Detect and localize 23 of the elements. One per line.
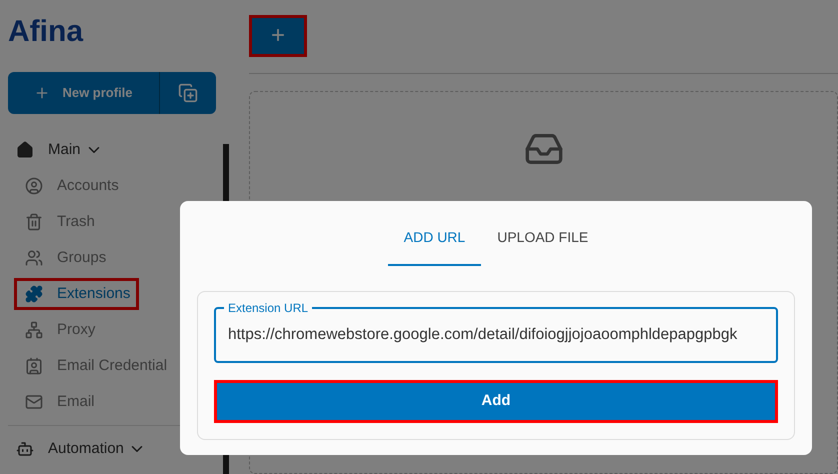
nav-item[interactable]: Extensions bbox=[14, 278, 140, 310]
nav-item[interactable]: Proxy bbox=[14, 314, 104, 346]
submit-button[interactable]: Add bbox=[214, 380, 778, 423]
nav-item[interactable]: Accounts bbox=[14, 170, 128, 202]
trash-icon bbox=[25, 213, 43, 231]
nav-item[interactable]: Trash bbox=[14, 206, 104, 238]
nav-item[interactable]: Email bbox=[14, 386, 104, 418]
contact-card-icon bbox=[25, 357, 43, 375]
users-icon bbox=[25, 249, 43, 267]
nav-item[interactable]: Email Credential bbox=[14, 350, 176, 382]
logo: Afina bbox=[8, 14, 84, 50]
tab[interactable]: UPLOAD FILE bbox=[481, 201, 604, 266]
nav-group[interactable]: Automation bbox=[48, 438, 146, 460]
hierarchy-icon bbox=[25, 321, 43, 339]
tab[interactable]: ADD URL bbox=[388, 201, 482, 266]
user-icon bbox=[25, 177, 43, 195]
new-profile-button[interactable]: New profile bbox=[8, 72, 160, 114]
nav-group[interactable]: Main bbox=[48, 138, 103, 162]
add-button[interactable]: + bbox=[249, 15, 307, 58]
field-value: https://chromewebstore.google.com/detail/difoiogjjojoaoomphldepapgpbgk bbox=[228, 325, 738, 346]
nav-item[interactable]: Groups bbox=[14, 242, 116, 274]
puzzle-icon bbox=[25, 285, 43, 303]
mail-icon bbox=[25, 393, 43, 411]
